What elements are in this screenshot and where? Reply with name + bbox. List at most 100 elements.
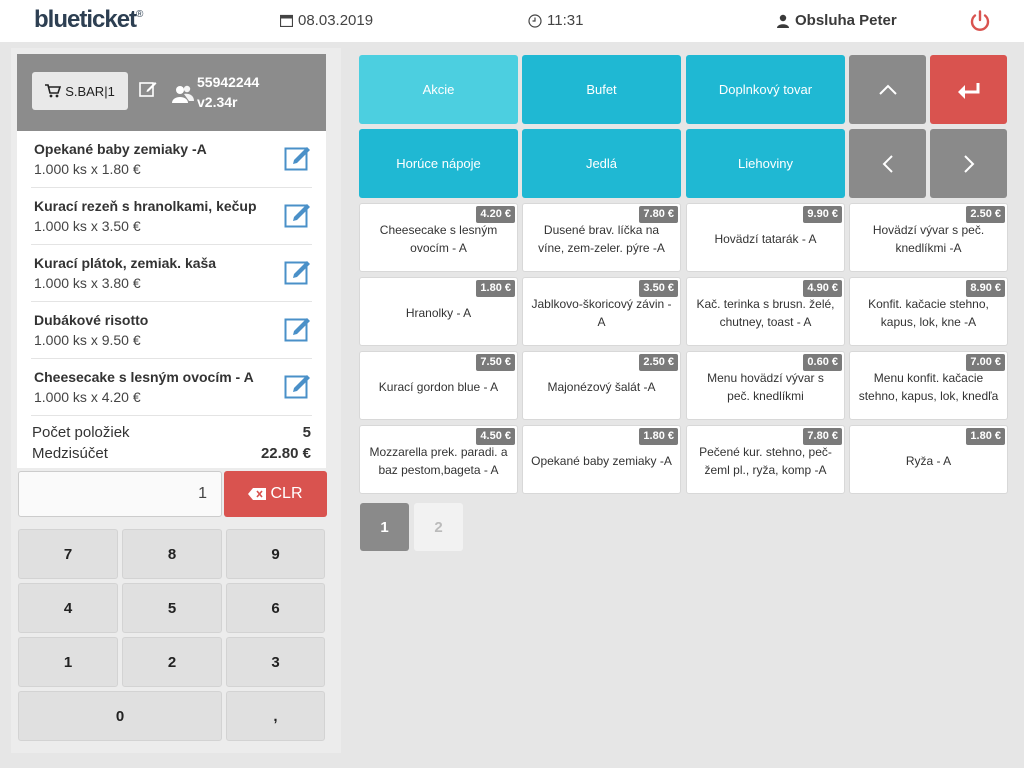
cart-item-name: Kurací rezeň s hranolkami, kečup [34,198,257,214]
calendar-icon [280,14,293,27]
clear-label: CLR [270,485,303,502]
date-display: 08.03.2019 [280,12,373,29]
cart-item[interactable]: Kurací rezeň s hranolkami, kečup 1.000 k… [31,188,312,245]
cart-item[interactable]: Cheesecake s lesným ovocím - A 1.000 ks … [31,359,312,416]
cart-item-qty: 1.000 ks x 4.20 € [34,389,141,405]
key-3[interactable]: 3 [226,637,325,687]
category-liehoviny[interactable]: Liehoviny [686,129,845,198]
product-price: 2.50 € [639,354,678,371]
user-display: Obsluha Peter [776,12,897,29]
key-1[interactable]: 1 [18,637,118,687]
product-tile[interactable]: Hranolky - A 1.80 € [359,277,518,346]
cart-item-qty: 1.000 ks x 3.80 € [34,275,141,291]
category-horuce-napoje[interactable]: Horúce nápoje [359,129,518,198]
cart-list: Opekané baby zemiaky -A 1.000 ks x 1.80 … [17,131,326,418]
product-tile[interactable]: Pečené kur. stehno, peč-žeml pl., ryža, … [686,425,845,494]
key-comma[interactable]: , [226,691,325,741]
product-tile[interactable]: Dusené brav. líčka na víne, zem-zeler. p… [522,203,681,272]
edit-icon[interactable] [284,258,312,286]
product-price: 3.50 € [639,280,678,297]
top-bar: blueticket® 08.03.2019 11:31 Obsluha Pet… [0,0,1024,42]
product-price: 4.50 € [476,428,515,445]
product-tile[interactable]: Menu konfit. kačacie stehno, kapus, lok,… [849,351,1008,420]
prev-category-button[interactable] [849,129,926,198]
key-6[interactable]: 6 [226,583,325,633]
backspace-icon [248,488,267,500]
key-0[interactable]: 0 [18,691,222,741]
category-jedla[interactable]: Jedlá [522,129,681,198]
category-bufet[interactable]: Bufet [522,55,681,124]
user-icon [777,14,789,28]
cart-icon [45,84,62,98]
product-tile[interactable]: Mozzarella prek. paradi. a baz pestom,ba… [359,425,518,494]
product-price: 9.90 € [803,206,842,223]
page-2-button[interactable]: 2 [414,503,463,551]
cart-item-qty: 1.000 ks x 3.50 € [34,218,141,234]
users-icon [172,85,194,103]
product-price: 4.90 € [803,280,842,297]
user-name: Obsluha Peter [795,12,897,29]
key-9[interactable]: 9 [226,529,325,579]
product-price: 8.90 € [966,280,1005,297]
product-tile[interactable]: Ryža - A 1.80 € [849,425,1008,494]
key-5[interactable]: 5 [122,583,222,633]
product-tile[interactable]: Cheesecake s lesným ovocím - A 4.20 € [359,203,518,272]
edit-icon[interactable] [284,315,312,343]
subtotal-row: Medzisúčet 22.80 € [32,445,311,462]
time-text: 11:31 [547,12,584,29]
product-tile[interactable]: Hovädzí vývar s peč. knedlíkmi -A 2.50 € [849,203,1008,272]
edit-icon[interactable] [139,80,157,98]
chevron-left-icon [882,154,893,173]
quantity-input[interactable]: 1 [18,471,222,517]
product-price: 7.80 € [639,206,678,223]
product-tile[interactable]: Kurací gordon blue - A 7.50 € [359,351,518,420]
page-1-button[interactable]: 1 [360,503,409,551]
bar-label: S.BAR|1 [65,83,115,99]
cart-item-name: Opekané baby zemiaky -A [34,141,207,157]
cart-item-name: Kurací plátok, zemiak. kaša [34,255,217,271]
cart-item-qty: 1.000 ks x 1.80 € [34,161,141,177]
item-count-value: 5 [302,424,311,441]
terminal-id: 55942244 [197,74,260,90]
bar-selector-button[interactable]: S.BAR|1 [32,72,128,110]
edit-icon[interactable] [284,372,312,400]
cart-item[interactable]: Kurací plátok, zemiak. kaša 1.000 ks x 3… [31,245,312,302]
subtotal-value: 22.80 € [260,445,311,462]
product-tile[interactable]: Kač. terinka s brusn. želé, chutney, toa… [686,277,845,346]
cart-item-qty: 1.000 ks x 9.50 € [34,332,141,348]
product-price: 0.60 € [803,354,842,371]
clear-button[interactable]: CLR [224,471,327,517]
edit-icon[interactable] [284,144,312,172]
item-count-row: Počet položiek 5 [32,424,311,441]
back-button[interactable] [930,55,1007,124]
key-8[interactable]: 8 [122,529,222,579]
power-icon[interactable] [968,9,992,33]
key-4[interactable]: 4 [18,583,118,633]
key-7[interactable]: 7 [18,529,118,579]
product-tile[interactable]: Opekané baby zemiaky -A 1.80 € [522,425,681,494]
product-tile[interactable]: Konfit. kačacie stehno, kapus, lok, kne … [849,277,1008,346]
product-tile[interactable]: Menu hovädzí vývar s peč. knedlíkmi 0.60 … [686,351,845,420]
product-price: 1.80 € [476,280,515,297]
product-tile[interactable]: Majonézový šalát -A 2.50 € [522,351,681,420]
clock-icon [528,13,542,28]
scroll-up-button[interactable] [849,55,926,124]
edit-icon[interactable] [284,201,312,229]
category-akcie[interactable]: Akcie [359,55,518,124]
cart-item-name: Dubákové risotto [34,312,149,328]
chevron-up-icon [878,84,897,95]
product-tile[interactable]: Jablkovo-škoricový závin - A 3.50 € [522,277,681,346]
product-price: 7.50 € [476,354,515,371]
subtotal-label: Medzisúčet [32,445,108,462]
cart-item[interactable]: Dubákové risotto 1.000 ks x 9.50 € [31,302,312,359]
product-tile[interactable]: Hovädzí tatarák - A 9.90 € [686,203,845,272]
key-2[interactable]: 2 [122,637,222,687]
item-count-label: Počet položiek [32,424,130,441]
terminal-info: 55942244 v2.34r [197,72,259,112]
date-text: 08.03.2019 [298,12,374,29]
category-doplnkovy-tovar[interactable]: Doplnkový tovar [686,55,845,124]
cart-totals: Počet položiek 5 Medzisúčet 22.80 € [17,418,326,468]
logo: blueticket® [34,6,144,33]
next-category-button[interactable] [930,129,1007,198]
cart-item[interactable]: Opekané baby zemiaky -A 1.000 ks x 1.80 … [31,131,312,188]
